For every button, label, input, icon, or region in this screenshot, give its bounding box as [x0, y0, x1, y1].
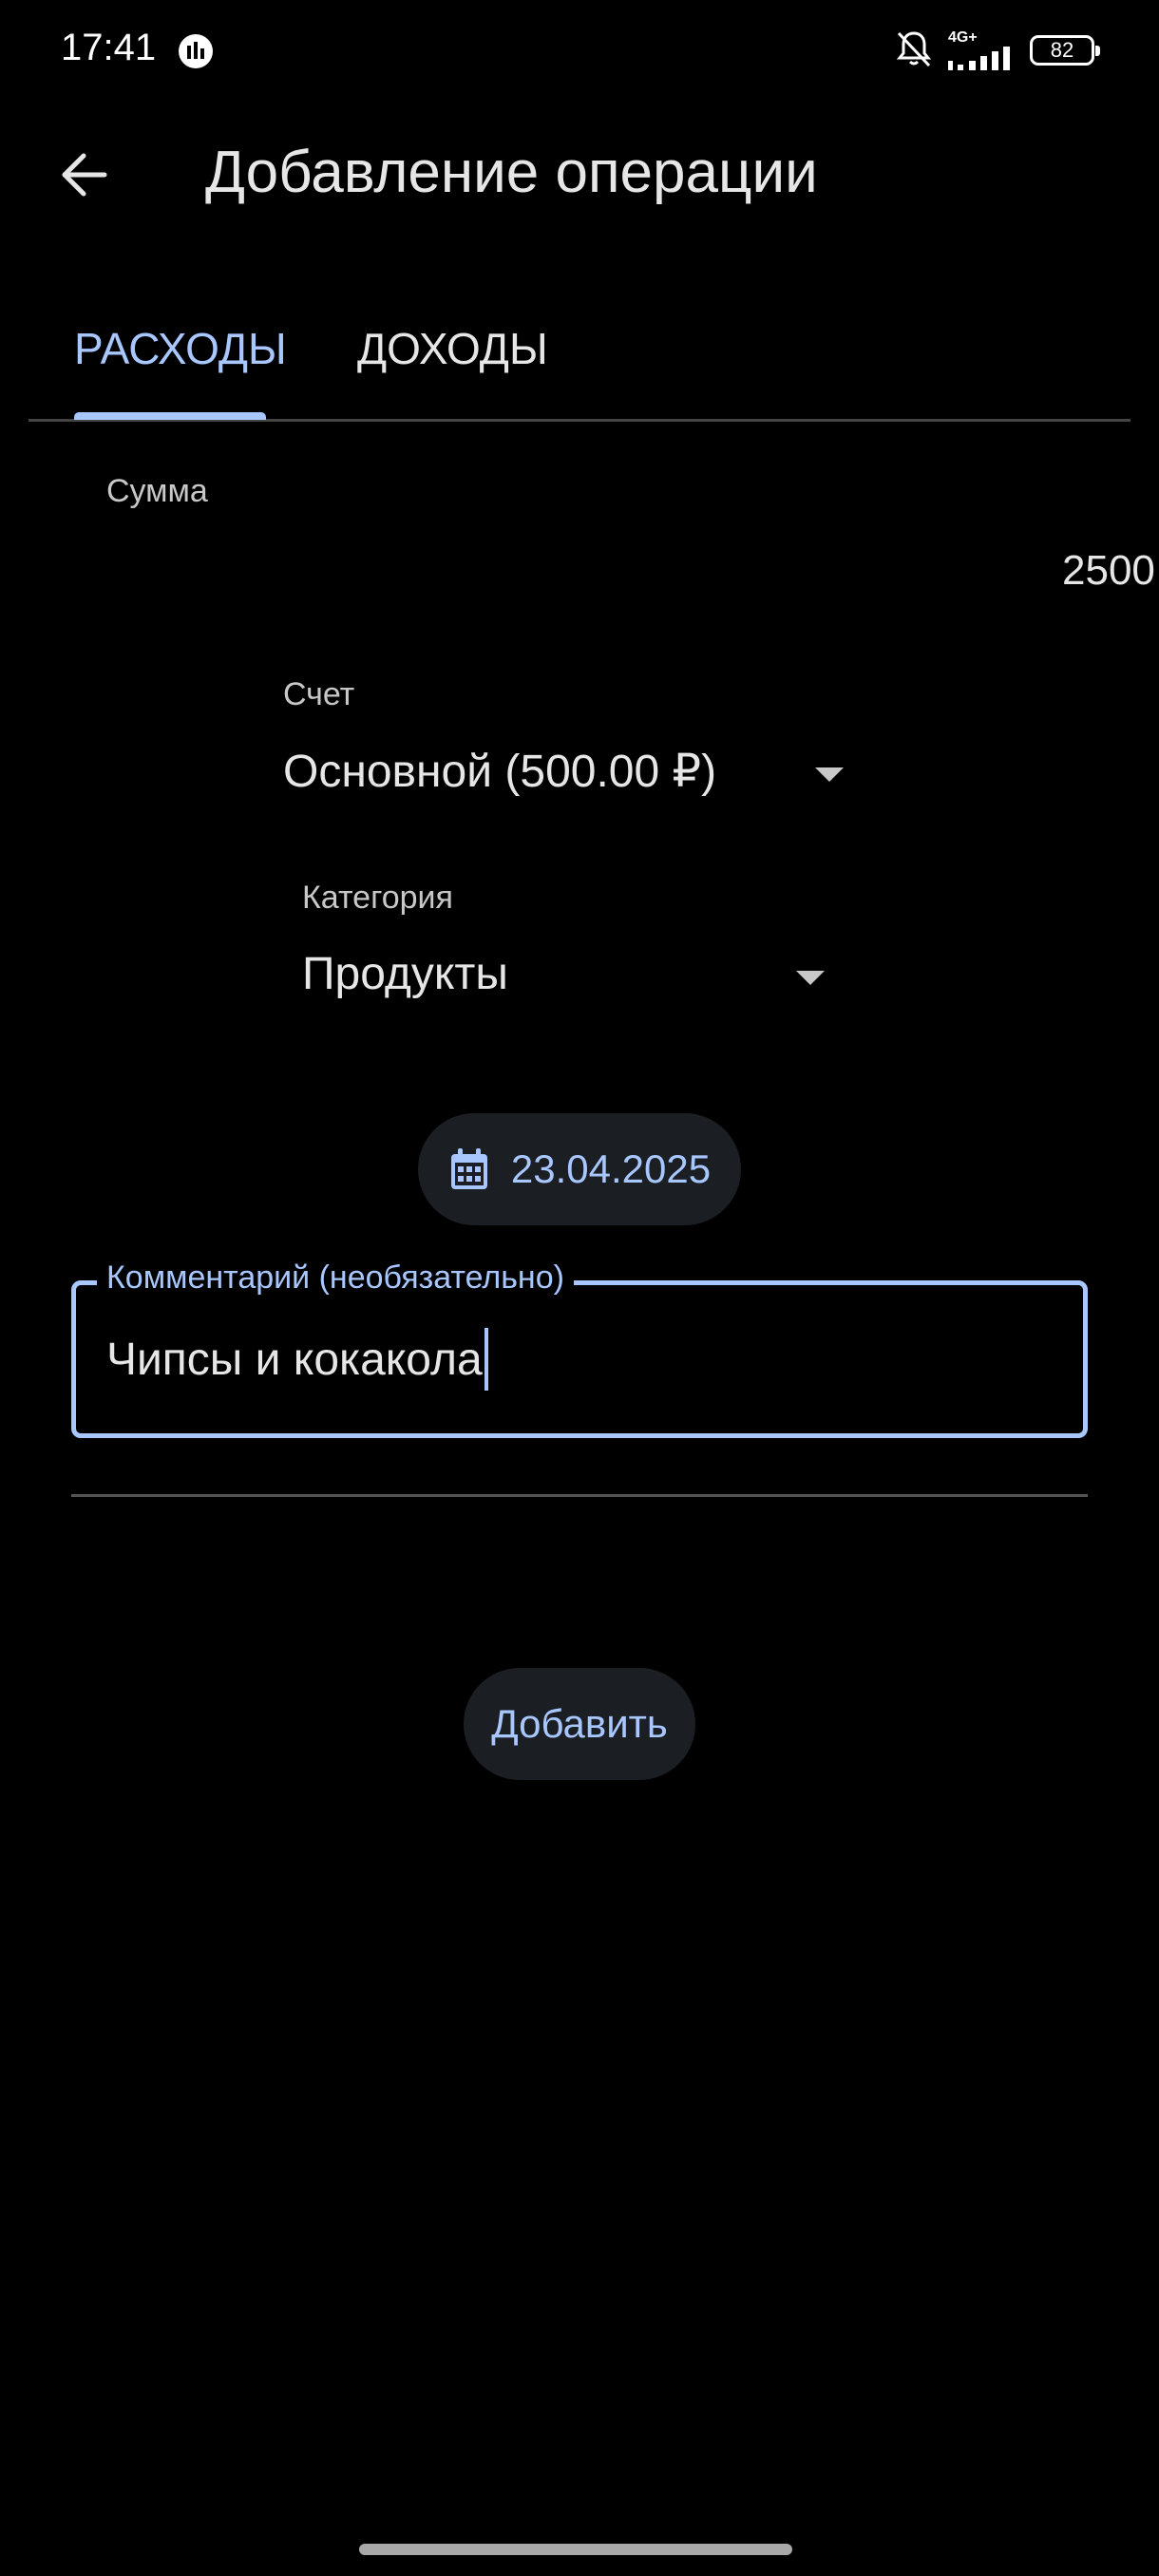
comment-text: Чипсы и кокакола — [106, 1334, 483, 1385]
network-label: 4G+ — [948, 29, 978, 46]
chevron-down-icon[interactable] — [815, 767, 844, 782]
date-value: 23.04.2025 — [510, 1146, 712, 1191]
amount-input[interactable]: 2500 — [1062, 547, 1155, 595]
comment-input[interactable]: Чипсы и кокакола — [106, 1328, 488, 1391]
status-icons: 4G+ 82 — [893, 27, 1100, 74]
battery-level: 82 — [1050, 38, 1074, 62]
tab-expenses[interactable]: РАСХОДЫ — [74, 323, 287, 374]
add-button[interactable]: Добавить — [464, 1668, 695, 1780]
comment-label: Комментарий (необязательно) — [97, 1260, 574, 1297]
tab-indicator — [74, 412, 266, 420]
calendar-icon — [450, 1148, 487, 1189]
account-label: Счет — [283, 676, 355, 712]
category-dropdown[interactable]: Продукты — [302, 948, 508, 1000]
amount-label: Сумма — [106, 473, 208, 509]
home-indicator[interactable] — [359, 2544, 792, 2555]
category-label: Категория — [302, 880, 453, 916]
divider — [71, 1494, 1088, 1497]
bell-off-icon — [893, 28, 935, 74]
status-time: 17:41 — [61, 27, 157, 68]
date-picker-button[interactable]: 23.04.2025 — [418, 1113, 741, 1225]
page-title: Добавление операции — [205, 140, 818, 205]
activity-icon — [177, 32, 215, 70]
chevron-down-icon[interactable] — [796, 971, 825, 985]
text-cursor — [484, 1328, 488, 1391]
account-dropdown[interactable]: Основной (500.00 ₽) — [283, 745, 716, 798]
back-button[interactable] — [49, 141, 118, 209]
arrow-left-icon — [62, 153, 107, 197]
tab-income[interactable]: ДОХОДЫ — [357, 323, 548, 374]
signal-icon: 4G+ — [948, 30, 1016, 70]
battery-icon: 82 — [1030, 35, 1100, 66]
